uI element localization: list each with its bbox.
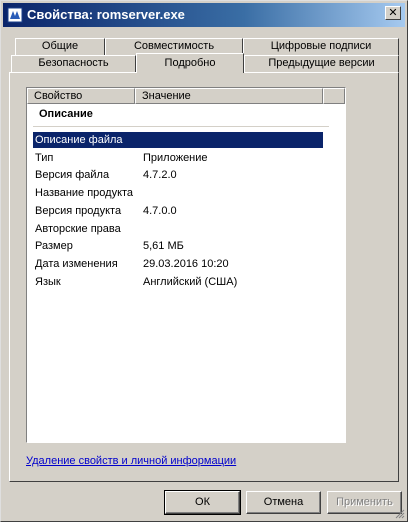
tab-label: Безопасность [38, 57, 109, 69]
list-item-file-version[interactable]: Версия файла 4.7.2.0 [33, 167, 323, 183]
property-value: 4.7.2.0 [143, 169, 177, 181]
property-name: Дата изменения [35, 258, 118, 270]
list-item-date-modified[interactable]: Дата изменения 29.03.2016 10:20 [33, 256, 323, 272]
tab-label: Совместимость [133, 40, 215, 52]
tab-previous-versions[interactable]: Предыдущие версии [244, 55, 399, 72]
group-divider [33, 126, 329, 127]
column-header-value[interactable]: Значение [135, 88, 323, 104]
list-header: Свойство Значение [27, 88, 345, 104]
list-item-product-name[interactable]: Название продукта [33, 185, 323, 201]
group-title: Описание [39, 108, 93, 120]
property-name: Тип [35, 152, 54, 164]
resize-grip-icon[interactable] [393, 507, 405, 519]
tab-digital-signatures[interactable]: Цифровые подписи [243, 38, 399, 55]
property-name: Авторские права [35, 223, 121, 235]
properties-window: Свойства: romserver.exe ✕ Общие Совмести… [0, 0, 408, 522]
list-item-size[interactable]: Размер 5,61 МБ [33, 238, 323, 254]
property-value: 4.7.0.0 [143, 205, 177, 217]
column-header-property[interactable]: Свойство [27, 88, 135, 104]
properties-list[interactable]: Свойство Значение Описание Описание файл… [26, 87, 346, 443]
property-name: Версия продукта [35, 205, 122, 217]
tab-security[interactable]: Безопасность [11, 55, 136, 72]
tab-label: Цифровые подписи [270, 40, 372, 52]
property-name: Описание файла [35, 134, 123, 146]
ok-button[interactable]: ОК [164, 490, 241, 515]
window-title: Свойства: romserver.exe [27, 7, 185, 22]
property-name: Язык [35, 276, 61, 288]
list-item-copyright[interactable]: Авторские права [33, 221, 323, 237]
property-value: Приложение [143, 152, 208, 164]
tab-label: Общие [41, 40, 79, 52]
list-item-type[interactable]: Тип Приложение [33, 150, 323, 166]
close-button[interactable]: ✕ [385, 6, 401, 20]
close-icon: ✕ [388, 7, 398, 19]
property-value: 5,61 МБ [143, 240, 184, 252]
list-item-language[interactable]: Язык Английский (США) [33, 274, 323, 290]
tab-general[interactable]: Общие [15, 38, 105, 55]
tab-label: Предыдущие версии [268, 57, 375, 69]
title-bar[interactable]: Свойства: romserver.exe ✕ [3, 3, 405, 27]
property-value: 29.03.2016 10:20 [143, 258, 229, 270]
list-item-product-version[interactable]: Версия продукта 4.7.0.0 [33, 203, 323, 219]
property-name: Версия файла [35, 169, 110, 181]
remove-properties-link[interactable]: Удаление свойств и личной информации [26, 455, 236, 467]
app-icon [7, 7, 23, 23]
cancel-button[interactable]: Отмена [246, 491, 321, 514]
property-name: Размер [35, 240, 73, 252]
apply-button[interactable]: Применить [327, 491, 402, 514]
property-value: Английский (США) [143, 276, 238, 288]
column-header-filler [323, 88, 345, 104]
property-name: Название продукта [35, 187, 134, 199]
tab-label: Подробно [164, 57, 216, 69]
tab-details[interactable]: Подробно [136, 53, 244, 73]
list-item-file-description[interactable]: Описание файла [33, 132, 323, 148]
